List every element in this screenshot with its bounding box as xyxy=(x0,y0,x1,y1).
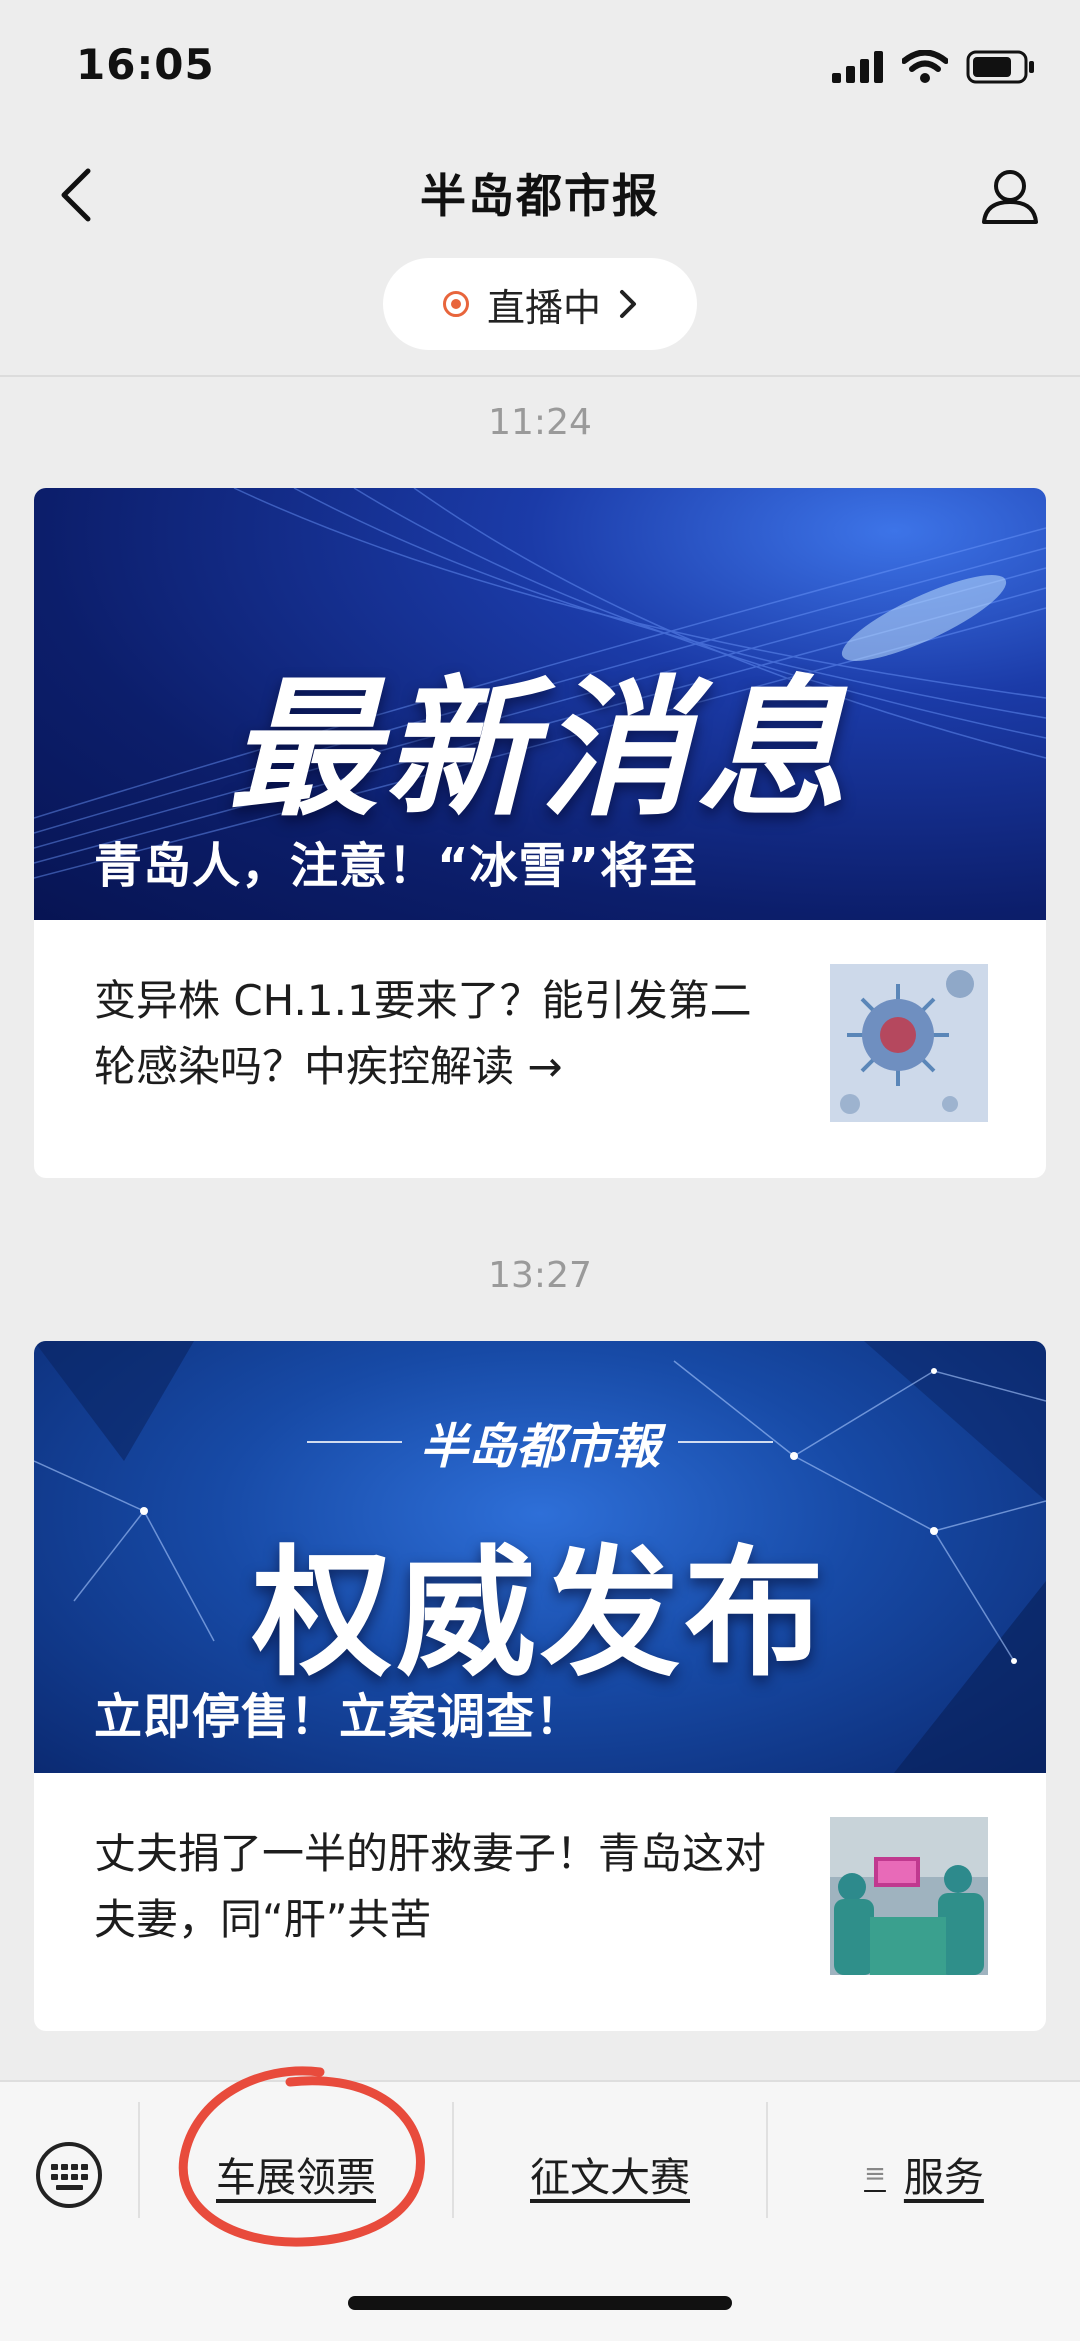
article-body[interactable]: 丈夫捐了一半的肝救妻子！青岛这对夫妻，同“肝”共苦 xyxy=(34,1773,1046,2031)
menu-list-icon: ≡ xyxy=(864,2159,886,2189)
banner-brand: 半岛都市報 xyxy=(34,1407,1046,1477)
banner-headline: 权威发布 xyxy=(251,1533,828,1696)
surgery-thumbnail xyxy=(830,1817,988,1975)
message-timestamp: 11:24 xyxy=(488,402,592,443)
article-title[interactable]: 丈夫捐了一半的肝救妻子！青岛这对夫妻，同“肝”共苦 xyxy=(94,1821,774,1953)
chat-header: 半岛都市报 直播中 xyxy=(0,130,1080,377)
live-label: 直播中 xyxy=(486,285,601,330)
status-bar: 16:05 xyxy=(0,0,1080,130)
status-time: 16:05 xyxy=(76,40,215,89)
banner-headline: 最新消息 xyxy=(227,663,852,837)
article-card[interactable]: 半岛都市報 权威发布 立即停售！立案调查！ 丈夫捐了一半的肝救妻子！青岛这对夫妻… xyxy=(34,1341,1046,2031)
article-banner[interactable]: 半岛都市報 权威发布 立即停售！立案调查！ xyxy=(34,1341,1046,1773)
battery-icon xyxy=(966,50,1034,84)
message-timestamp: 13:27 xyxy=(488,1255,592,1296)
brand-rule-left xyxy=(306,1441,402,1443)
article-title[interactable]: 变异株 CH.1.1要来了？能引发第二轮感染吗？中疾控解读 → xyxy=(94,968,774,1100)
user-icon xyxy=(982,170,1038,224)
article-body[interactable]: 变异株 CH.1.1要来了？能引发第二轮感染吗？中疾控解读 → xyxy=(34,920,1046,1178)
wifi-icon xyxy=(902,50,948,83)
menu-item-essay-contest[interactable]: 征文大赛 xyxy=(454,2134,766,2214)
live-dot-icon xyxy=(442,291,469,317)
signal-icon xyxy=(832,51,883,83)
brand-rule-right xyxy=(678,1441,773,1443)
profile-button[interactable] xyxy=(970,156,1050,236)
menu-item-services-label: 服务 xyxy=(903,2155,984,2201)
brand-name: 半岛都市報 xyxy=(419,1419,660,1475)
article-card[interactable]: 最新消息 青岛人，注意！“冰雪”将至 变异株 CH.1.1要来了？能引发第二轮感… xyxy=(34,488,1046,1178)
banner-subtitle: 立即停售！立案调查！ xyxy=(94,1689,585,1745)
menu-item-services[interactable]: ≡ 服务 xyxy=(768,2134,1080,2214)
page-title: 半岛都市报 xyxy=(420,169,660,223)
banner-subtitle: 青岛人，注意！“冰雪”将至 xyxy=(94,838,699,894)
chevron-right-icon xyxy=(620,290,636,318)
article-banner[interactable]: 最新消息 青岛人，注意！“冰雪”将至 xyxy=(34,488,1046,920)
virus-thumbnail xyxy=(830,964,988,1122)
system-icons xyxy=(832,50,1036,84)
home-indicator xyxy=(348,2296,732,2310)
live-button[interactable]: 直播中 xyxy=(383,258,697,350)
menu-item-car-show-tickets[interactable]: 车展领票 xyxy=(140,2134,452,2214)
keyboard-icon xyxy=(36,2142,102,2208)
keyboard-toggle-button[interactable] xyxy=(34,2140,104,2210)
